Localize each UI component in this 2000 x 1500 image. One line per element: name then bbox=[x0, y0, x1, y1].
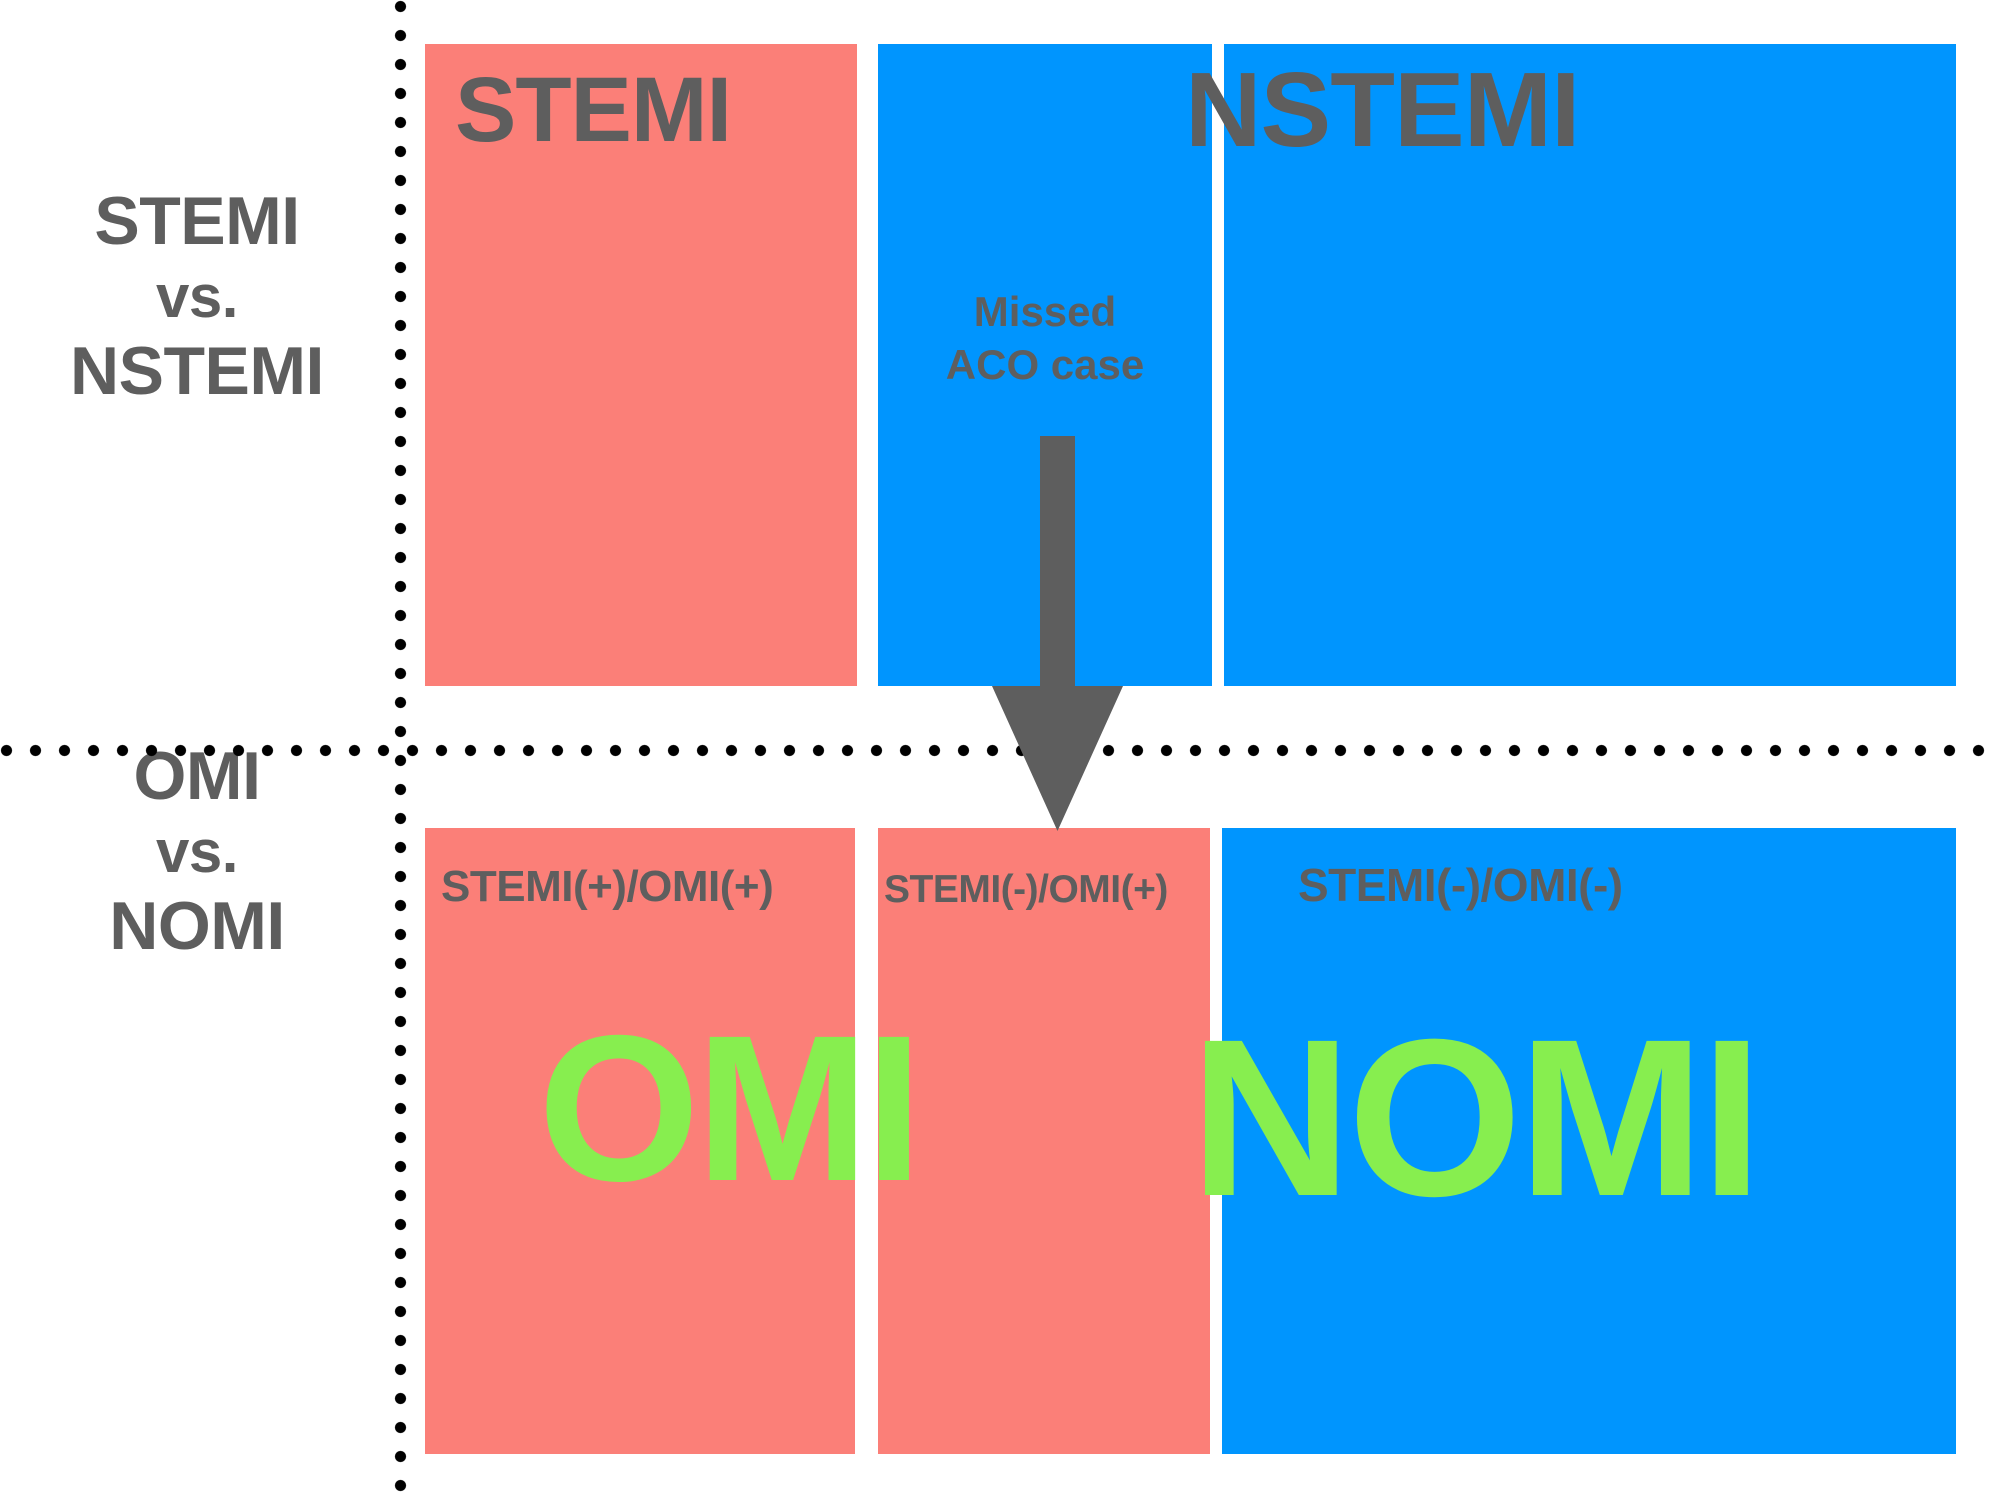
axis-label-stemi-vs-nstemi: STEMI vs. NSTEMI bbox=[0, 182, 394, 411]
axis-label-line-3: NOMI bbox=[109, 887, 285, 964]
verdict-omi: OMI bbox=[538, 993, 923, 1225]
verdict-nomi: NOMI bbox=[1190, 993, 1763, 1243]
caption-stemi-neg-omi-pos: STEMI(-)/OMI(+) bbox=[884, 868, 1168, 911]
horizontal-dotted-divider bbox=[0, 744, 2000, 757]
missed-aco-case-label: Missed ACO case bbox=[945, 288, 1145, 388]
panel-stemi-neg-omi-pos bbox=[878, 828, 1210, 1454]
axis-label-line-2: vs. bbox=[156, 262, 238, 330]
panel-title-nstemi: NSTEMI bbox=[1185, 51, 1580, 169]
axis-label-line-3: NSTEMI bbox=[70, 332, 324, 409]
axis-label-line-1: STEMI bbox=[94, 183, 300, 259]
panel-title-stemi: STEMI bbox=[455, 59, 732, 161]
axis-label-line-2: vs. bbox=[156, 817, 238, 885]
diagram-canvas: STEMI NSTEMI Missed ACO case STEMI(+)/OM… bbox=[0, 0, 2000, 1500]
caption-stemi-pos-omi-pos: STEMI(+)/OMI(+) bbox=[441, 862, 774, 911]
caption-stemi-neg-omi-neg: STEMI(-)/OMI(-) bbox=[1298, 859, 1623, 911]
axis-label-omi-vs-nomi: OMI vs. NOMI bbox=[0, 737, 394, 966]
